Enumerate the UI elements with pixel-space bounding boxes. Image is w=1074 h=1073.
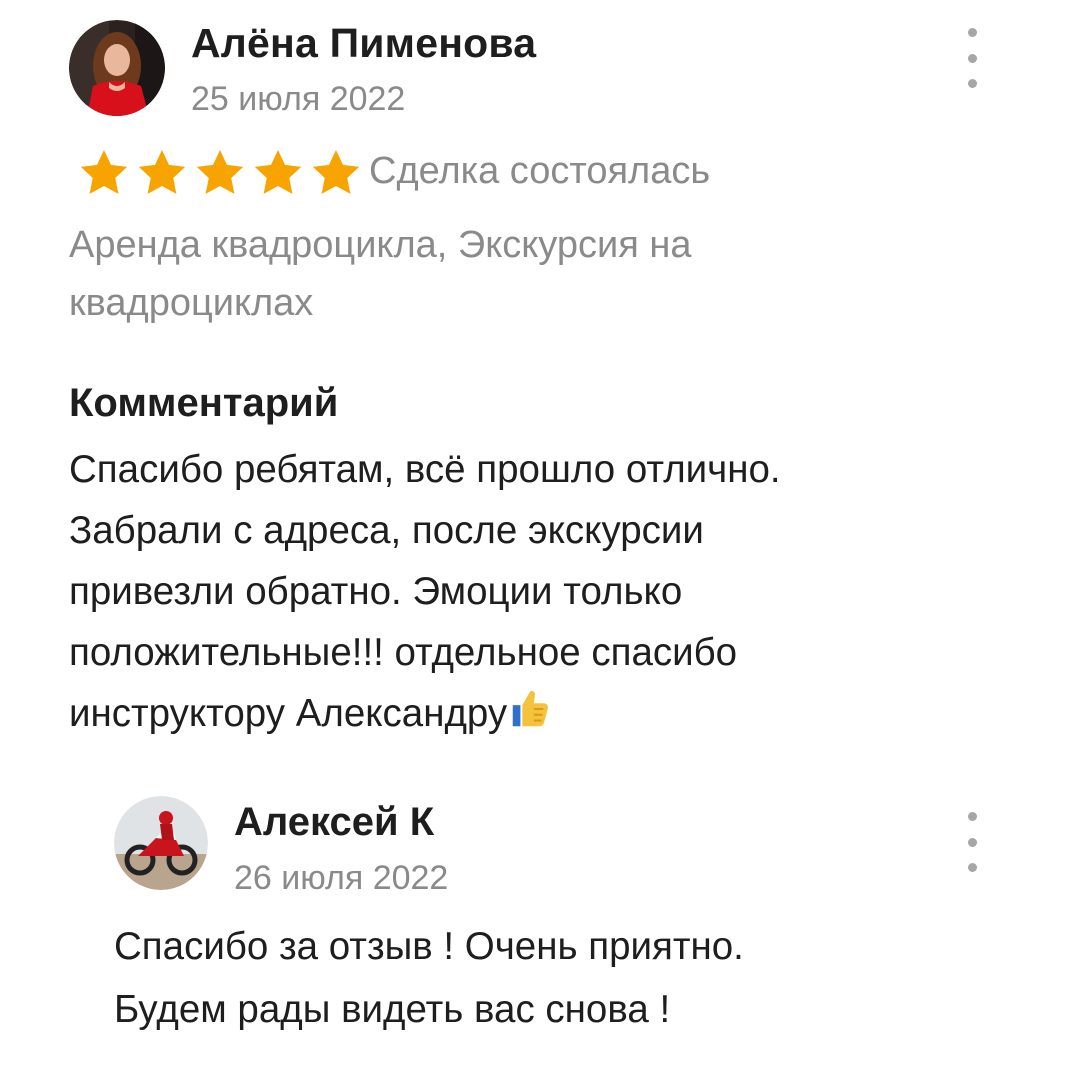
- reply-menu-button[interactable]: [957, 812, 987, 872]
- motorcycle-photo-avatar-icon: [114, 796, 208, 890]
- star-icon: [254, 150, 302, 194]
- rating-stars: [76, 146, 364, 200]
- menu-dot: [967, 837, 977, 847]
- more-vertical-icon: [967, 812, 977, 821]
- menu-dot: [967, 53, 977, 63]
- comment-heading: Комментарий: [69, 381, 339, 425]
- star-icon: [138, 150, 186, 194]
- services-line: Аренда квадроцикла, Экскурсия на: [69, 224, 692, 266]
- comment-line: положительные!!! отдельное спасибо: [69, 631, 738, 674]
- comment-line: Спасибо ребятам, всё прошло отлично.: [69, 448, 781, 491]
- review-menu-button[interactable]: [957, 28, 987, 88]
- comment-line: инструктору Александру: [69, 683, 969, 744]
- reply-line: Спасибо за отзыв ! Очень приятно.: [114, 925, 744, 968]
- user-photo-avatar-icon: [69, 20, 165, 116]
- reply-line: Будем рады видеть вас снова !: [114, 988, 671, 1031]
- more-vertical-icon: [967, 28, 977, 37]
- comment-text: Спасибо ребятам, всё прошло отлично. Заб…: [69, 439, 969, 744]
- reply-date: 26 июля 2022: [234, 859, 449, 897]
- star-icon: [196, 150, 244, 194]
- author-name[interactable]: Алёна Пименова: [191, 20, 536, 67]
- comment-line: привезли обратно. Эмоции только: [69, 570, 683, 613]
- comment-line: Забрали с адреса, после экскурсии: [69, 509, 704, 552]
- reply-author-name[interactable]: Алексей К: [234, 800, 434, 845]
- deal-status: Сделка состоялась: [369, 150, 711, 192]
- menu-dot: [967, 79, 977, 88]
- comment-line-text: инструктору Александру: [69, 692, 508, 735]
- services-list: Аренда квадроцикла, Экскурсия на квадроц…: [69, 216, 869, 332]
- reply-author-avatar[interactable]: [114, 796, 208, 890]
- author-avatar[interactable]: [69, 20, 165, 116]
- star-icon: [80, 150, 128, 194]
- review-date: 25 июля 2022: [191, 80, 406, 118]
- thumbs-up-icon: [512, 690, 549, 727]
- services-line: квадроциклах: [69, 282, 314, 324]
- menu-dot: [967, 863, 977, 872]
- reply-text: Спасибо за отзыв ! Очень приятно. Будем …: [114, 915, 974, 1041]
- star-icon: [312, 150, 360, 194]
